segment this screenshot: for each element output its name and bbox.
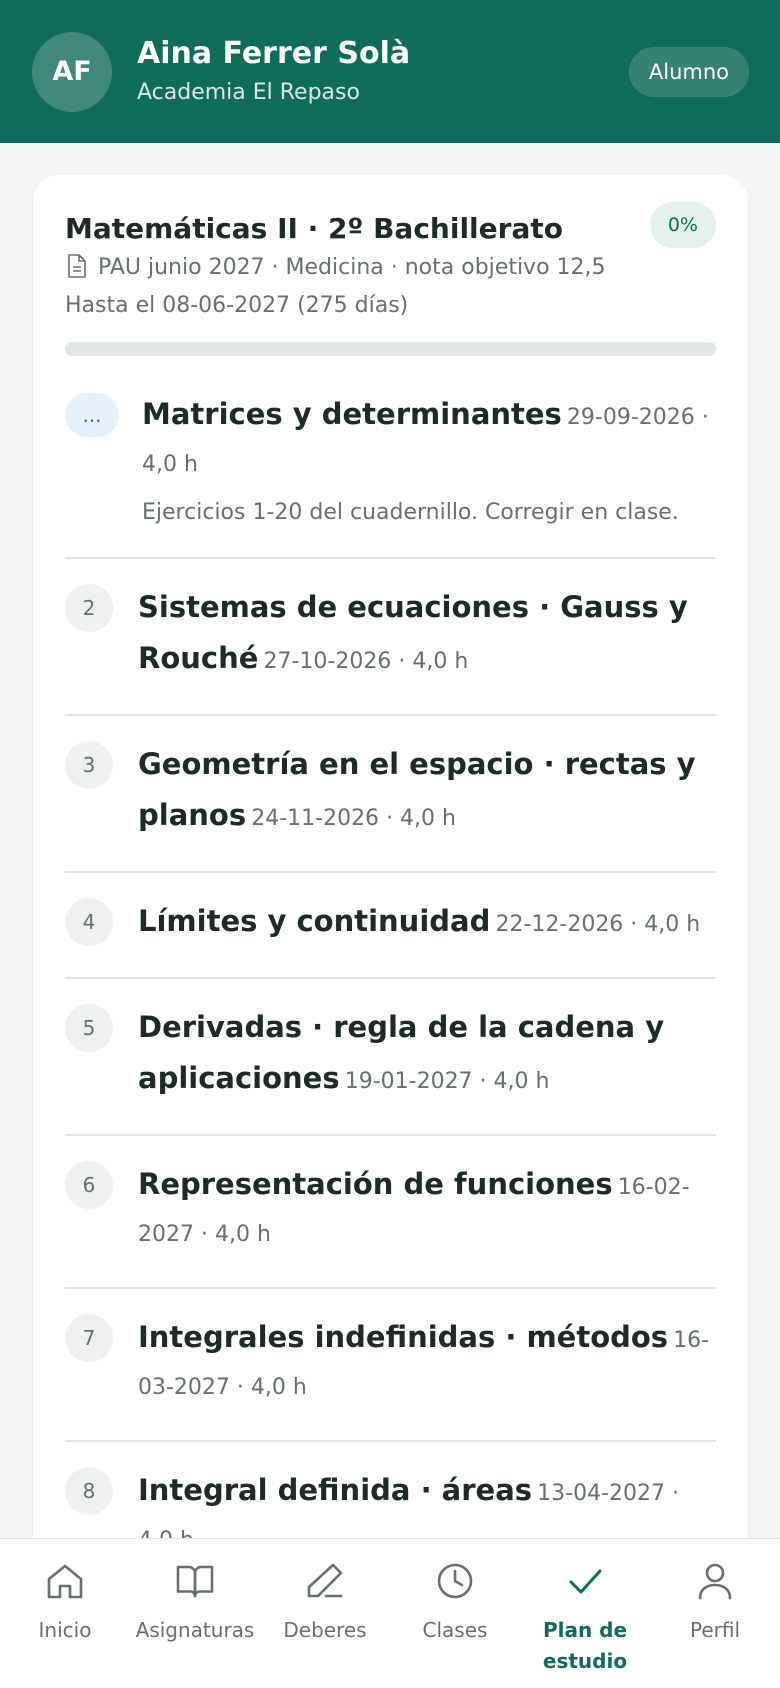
course-meta: PAU junio 2027 · Medicina · nota objetiv… xyxy=(65,252,716,284)
topic-item[interactable]: 4 Límites y continuidad 22-12-2026 · 4,0 … xyxy=(65,873,716,979)
nav-plan-de-estudio[interactable]: Plan de estudio xyxy=(520,1539,650,1688)
topic-item[interactable]: 3 Geometría en el espacio · rectas y plan… xyxy=(65,716,716,873)
topic-line: Geometría en el espacio · rectas y plano… xyxy=(138,741,716,843)
progress-badge: 0% xyxy=(649,202,716,248)
topic-title: Representación de funciones xyxy=(138,1167,613,1201)
topic-list: ... Matrices y determinantes 29-09-2026 ·… xyxy=(65,366,716,1688)
nav-inicio[interactable]: Inicio xyxy=(0,1539,130,1688)
topic-meta: 27-10-2026 · 4,0 h xyxy=(263,649,469,674)
topic-body: Representación de funciones 16-02-2027 ·… xyxy=(138,1161,716,1259)
nav-perfil-label: Perfil xyxy=(689,1618,741,1642)
study-plan-card: Matemáticas II · 2º Bachillerato 0% PAU … xyxy=(33,175,748,1688)
topic-step: 2 xyxy=(65,584,113,632)
app-root: AF Aina Ferrer Solà Academia El Repaso A… xyxy=(0,0,780,1688)
topic-step: 6 xyxy=(65,1161,113,1209)
topic-meta: 19-01-2027 · 4,0 h xyxy=(344,1069,550,1094)
document-icon xyxy=(68,254,86,278)
course-title: Matemáticas II · 2º Bachillerato xyxy=(65,212,563,245)
role-badge: Alumno xyxy=(628,46,749,97)
avatar[interactable]: AF xyxy=(32,31,112,112)
check-icon xyxy=(569,1569,602,1594)
topic-title: Matrices y determinantes xyxy=(142,397,562,431)
topic-body: Geometría en el espacio · rectas y plano… xyxy=(138,741,716,843)
nav-clases[interactable]: Clases xyxy=(390,1539,520,1688)
progress-bar xyxy=(65,342,716,356)
topic-meta: 22-12-2026 · 4,0 h xyxy=(495,912,701,937)
nav-plan-label: Plan de estudio xyxy=(542,1618,628,1673)
topic-line: Sistemas de ecuaciones · Gauss y Rouché … xyxy=(138,584,716,686)
topic-note: Ejercicios 1-20 del cuadernillo. Corregi… xyxy=(142,500,679,525)
course-deadline: Hasta el 08-06-2027 (275 días) xyxy=(65,293,409,318)
topic-item[interactable]: 5 Derivadas · regla de la cadena y aplica… xyxy=(65,979,716,1136)
topic-body: Derivadas · regla de la cadena y aplicac… xyxy=(138,1004,716,1106)
nav-asignaturas[interactable]: Asignaturas xyxy=(130,1539,260,1688)
home-icon xyxy=(47,1564,83,1599)
pencil-icon xyxy=(307,1563,343,1598)
nav-perfil[interactable]: Perfil xyxy=(650,1539,780,1688)
topic-line: Límites y continuidad 22-12-2026 · 4,0 h xyxy=(138,898,716,949)
topic-body: Integrales indefinidas · métodos 16-03-2… xyxy=(138,1314,716,1412)
user-name: Aina Ferrer Solà xyxy=(137,35,411,71)
nav-clases-label: Clases xyxy=(422,1618,488,1642)
card-header: Matemáticas II · 2º Bachillerato 0% xyxy=(65,202,716,248)
topic-step: ... xyxy=(65,393,119,437)
app-header: AF Aina Ferrer Solà Academia El Repaso A… xyxy=(0,0,780,143)
topic-line: Representación de funciones 16-02-2027 ·… xyxy=(138,1161,716,1259)
topic-line: Integrales indefinidas · métodos 16-03-2… xyxy=(138,1314,716,1412)
topic-line: Matrices y determinantes 29-09-2026 · 4,… xyxy=(142,391,716,489)
topic-title: Integrales indefinidas · métodos xyxy=(138,1320,669,1354)
topic-step: 4 xyxy=(65,898,113,946)
topic-meta: 24-11-2026 · 4,0 h xyxy=(251,806,456,831)
header-text: Aina Ferrer Solà Academia El Repaso xyxy=(137,35,629,109)
nav-deberes-label: Deberes xyxy=(283,1618,367,1642)
topic-step: 8 xyxy=(65,1467,113,1515)
nav-inicio-label: Inicio xyxy=(38,1618,92,1642)
clock-icon xyxy=(437,1563,473,1599)
user-icon xyxy=(698,1563,732,1600)
book-icon xyxy=(176,1565,214,1598)
topic-step: 5 xyxy=(65,1004,113,1052)
topic-item[interactable]: 2 Sistemas de ecuaciones · Gauss y Rouché… xyxy=(65,559,716,716)
nav-asignaturas-label: Asignaturas xyxy=(135,1618,255,1642)
school-name: Academia El Repaso xyxy=(137,79,360,105)
topic-step: 3 xyxy=(65,741,113,789)
topic-item[interactable]: ... Matrices y determinantes 29-09-2026 ·… xyxy=(65,366,716,559)
topic-line: Derivadas · regla de la cadena y aplicac… xyxy=(138,1004,716,1106)
course-meta-text: PAU junio 2027 · Medicina · nota objetiv… xyxy=(98,255,606,280)
topic-body: Límites y continuidad 22-12-2026 · 4,0 h xyxy=(138,898,716,949)
nav-deberes[interactable]: Deberes xyxy=(260,1539,390,1688)
topic-item[interactable]: 6 Representación de funciones 16-02-2027 … xyxy=(65,1136,716,1289)
topic-item[interactable]: 7 Integrales indefinidas · métodos 16-03-… xyxy=(65,1289,716,1442)
topic-title: Límites y continuidad xyxy=(138,904,491,938)
topic-title: Integral definida · áreas xyxy=(138,1473,533,1507)
topic-step: 7 xyxy=(65,1314,113,1362)
topic-body: Sistemas de ecuaciones · Gauss y Rouché … xyxy=(138,584,716,686)
bottom-nav: Inicio Asignaturas Deberes Clases Plan d… xyxy=(0,1538,780,1688)
topic-body: Matrices y determinantes 29-09-2026 · 4,… xyxy=(142,391,716,529)
